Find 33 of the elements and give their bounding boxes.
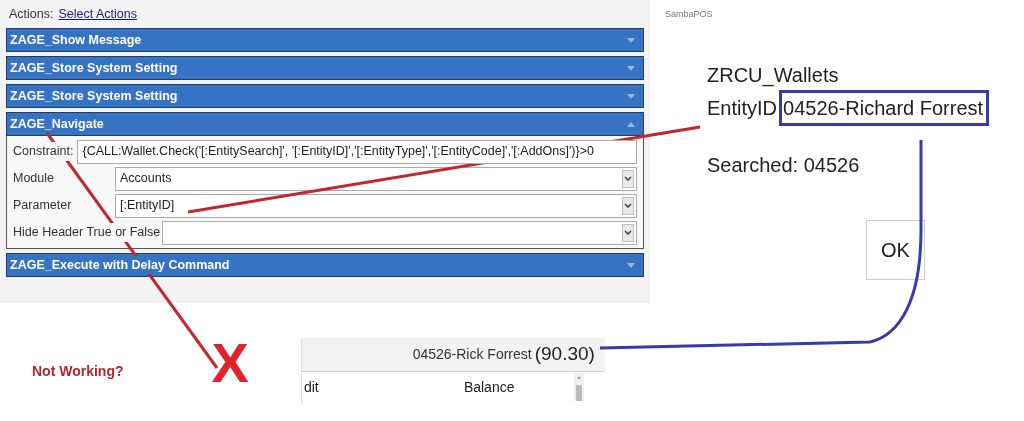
action-header[interactable]: ZAGE_Execute with Delay Command bbox=[6, 253, 644, 277]
chevron-down-icon bbox=[622, 196, 634, 215]
constraint-field[interactable]: {CALL:Wallet.Check('[:EntitySearch]', '[:EntityID]','[:EntityType]','[:EntityCode]','[:AddOns]')}>0 bbox=[77, 139, 637, 164]
chevron-down-icon bbox=[622, 169, 634, 188]
action-header[interactable]: ZAGE_Show Message bbox=[6, 28, 644, 52]
chevron-down-icon bbox=[622, 223, 634, 242]
entity-value: 04526-Richard Forrest bbox=[779, 90, 990, 126]
not-working-note: Not Working? bbox=[32, 362, 124, 381]
caret-up-icon bbox=[627, 121, 635, 127]
action-header[interactable]: ZAGE_Store System Setting bbox=[6, 56, 644, 80]
column-header: Balance bbox=[463, 377, 516, 397]
dropdown-field[interactable]: [:EntityID] bbox=[115, 193, 637, 218]
dropdown-field[interactable]: Accounts bbox=[115, 166, 637, 191]
action-header[interactable]: ZAGE_Store System Setting bbox=[6, 84, 644, 108]
field-label: Hide Header True or False bbox=[13, 223, 161, 242]
account-name: 04526-Rick Forrest bbox=[412, 345, 532, 364]
column-header: dit bbox=[303, 377, 320, 397]
dialog-title: ZRCU_Wallets bbox=[707, 63, 840, 88]
app-title: SambaPOS bbox=[665, 8, 713, 21]
searched-text: Searched: 04526 bbox=[707, 153, 861, 178]
entity-label: EntityID bbox=[707, 96, 778, 121]
dropdown-field[interactable] bbox=[162, 220, 637, 245]
select-actions-link[interactable]: Select Actions bbox=[58, 4, 137, 24]
x-mark: X bbox=[211, 335, 249, 391]
account-balance: (90.30) bbox=[534, 342, 595, 367]
caret-down-icon bbox=[627, 37, 635, 43]
actions-label: Actions: bbox=[9, 5, 54, 23]
caret-down-icon bbox=[627, 93, 635, 99]
action-header[interactable]: ZAGE_Navigate bbox=[6, 112, 644, 136]
ok-button[interactable]: OK bbox=[866, 220, 925, 280]
caret-down-icon bbox=[627, 262, 635, 268]
field-label: Constraint: bbox=[13, 142, 74, 161]
caret-down-icon bbox=[627, 65, 635, 71]
